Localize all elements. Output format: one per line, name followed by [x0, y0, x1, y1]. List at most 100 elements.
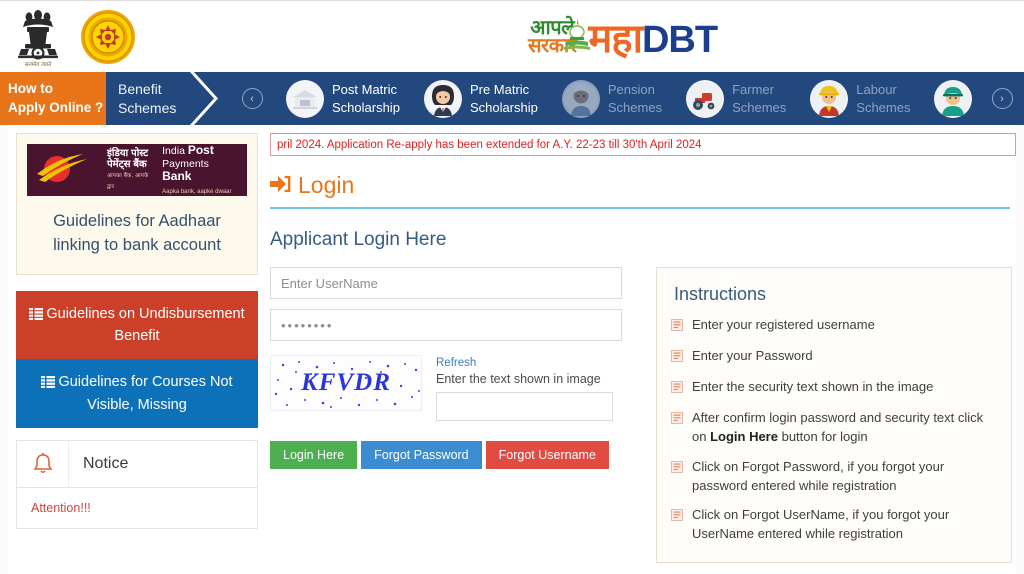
- captcha-controls: Refresh Enter the text shown in image: [436, 355, 613, 421]
- note-icon: [671, 460, 683, 496]
- instruction-text: Enter your Password: [692, 348, 813, 363]
- nav-label-farmer: Farmer Schemes: [732, 81, 786, 116]
- captcha-row: KFVDR Refresh Enter the text shown in im…: [270, 355, 626, 421]
- ipbb-hindi-tagline: आपका बैंक, आपके द्वार: [107, 173, 149, 190]
- instruction-text-rich: After confirm login password and securit…: [692, 409, 995, 447]
- guidelines-undisbursement-button[interactable]: Guidelines on Undisbursement Benefit: [16, 290, 258, 360]
- instruction-item: Click on Forgot Password, if you forgot …: [671, 458, 995, 496]
- mahadbt-wordmark: महा ₹ DBT: [588, 9, 718, 64]
- mahadbt-brand-logo: आपले सरकार महा ₹ DBT: [528, 9, 718, 64]
- nav-label-pension: Pension Schemes: [608, 81, 662, 116]
- list-icon: [41, 374, 56, 394]
- announcement-text: pril 2024. Application Re-apply has been…: [277, 138, 702, 151]
- carousel-prev-button[interactable]: ‹: [230, 72, 274, 125]
- instruction-item: Enter your Password: [671, 347, 995, 367]
- instruction-text: Enter your registered username: [692, 317, 875, 332]
- label-line2: Schemes: [856, 99, 911, 115]
- nav-label-pre-matric: Pre Matric Scholarship: [470, 81, 538, 116]
- emblem-caption: सत्यमेव जयते: [25, 61, 52, 68]
- instruction-text: Enter the security text shown in the ima…: [692, 379, 934, 394]
- instructions-panel: Instructions Enter your registered usern…: [656, 267, 1012, 564]
- nav-item-pension-schemes[interactable]: Pension Schemes: [550, 79, 674, 118]
- captcha-input[interactable]: [436, 392, 613, 421]
- announcement-marquee: pril 2024. Application Re-apply has been…: [270, 133, 1016, 156]
- sign-in-arrow-icon: [270, 175, 291, 197]
- chevron-right-icon: ›: [991, 88, 1013, 109]
- student-girl-icon: [423, 79, 462, 118]
- ipbb-en-line1: India Post: [162, 143, 214, 158]
- nav-label-post-matric: Post Matric Scholarship: [332, 81, 400, 116]
- login-divider: [270, 207, 1010, 209]
- forgot-username-button[interactable]: Forgot Username: [485, 441, 609, 469]
- note-icon: [671, 349, 683, 367]
- label-line2: Scholarship: [469, 99, 538, 115]
- benefit-line1: Benefit: [118, 80, 162, 97]
- instruction-text: Click on Forgot Password, if you forgot …: [692, 458, 945, 493]
- tractor-icon: [686, 79, 725, 118]
- nav-item-farmer-schemes[interactable]: Farmer Schemes: [674, 79, 798, 118]
- nav-item-pre-matric-scholarship[interactable]: Pre Matric Scholarship: [412, 79, 550, 118]
- instruction-item: After confirm login password and securit…: [671, 409, 995, 447]
- list-icon: [29, 306, 44, 326]
- ipbb-hindi-name: इंडिया पोस्ट पेमेंट्स बैंक आपका बैंक, आप…: [107, 148, 156, 191]
- label-line1: Farmer: [732, 81, 774, 97]
- notice-body: Attention!!!: [17, 487, 257, 528]
- note-icon: [671, 411, 683, 447]
- guidelines-courses-button[interactable]: Guidelines for Courses Not Visible, Miss…: [16, 359, 258, 429]
- site-header: सत्यमेव जयते आपले सरकार महा ₹ DBT: [0, 0, 1024, 72]
- india-post-payments-bank-logo: इंडिया पोस्ट पेमेंट्स बैंक आपका बैंक, आप…: [27, 143, 247, 196]
- login-here-button[interactable]: Login Here: [270, 441, 358, 469]
- label-line1: Labour: [856, 81, 897, 97]
- captcha-instruction-label: Enter the text shown in image: [436, 372, 601, 386]
- captcha-image: KFVDR: [270, 355, 422, 411]
- instr-post: button for login: [777, 428, 868, 444]
- maharashtra-government-seal-icon: [80, 9, 136, 65]
- bell-icon: [17, 441, 69, 488]
- aaple-sarkar-logo: आपले सरकार: [528, 17, 591, 56]
- dbt-text: ₹ DBT: [635, 19, 718, 62]
- ipbb-aadhaar-card[interactable]: इंडिया पोस्ट पेमेंट्स बैंक आपका बैंक, आप…: [16, 133, 258, 275]
- caption-line1: Guidelines for Aadhaar: [53, 212, 221, 230]
- nav-chevron-divider: [190, 72, 230, 125]
- captcha-refresh-link[interactable]: Refresh: [436, 357, 613, 369]
- ipbb-en-tagline: Aapka bank, aapke dwaar: [162, 188, 232, 195]
- main-navigation-bar: How to Apply Online ? Benefit Schemes ‹ …: [0, 72, 1024, 125]
- dbt-letters: DBT: [641, 19, 718, 61]
- forgot-password-button[interactable]: Forgot Password: [361, 441, 482, 469]
- instruction-text: Click on Forgot UserName, if you forgot …: [692, 507, 950, 542]
- nav-item-partial-next[interactable]: [922, 79, 980, 118]
- how-to-line1: How to: [8, 81, 53, 97]
- password-input[interactable]: [270, 309, 622, 341]
- ipbb-english-name: India Post Payments Bank Aapka bank, aap…: [162, 143, 239, 196]
- construction-worker-icon: [810, 79, 849, 118]
- label-line2: Schemes: [607, 99, 663, 115]
- left-sidebar: इंडिया पोस्ट पेमेंट्स बैंक आपका बैंक, आप…: [16, 133, 258, 530]
- chevron-left-icon: ‹: [241, 88, 263, 109]
- page-body: इंडिया पोस्ट पेमेंट्स बैंक आपका बैंक, आप…: [0, 125, 1024, 574]
- notice-panel: Notice Attention!!!: [16, 440, 258, 530]
- login-heading: Login: [270, 172, 1016, 199]
- applicant-login-heading: Applicant Login Here: [270, 229, 447, 250]
- login-form: KFVDR Refresh Enter the text shown in im…: [270, 267, 626, 563]
- government-emblems: सत्यमेव जयते: [12, 6, 136, 68]
- nav-how-to-apply-online[interactable]: How to Apply Online ?: [0, 72, 106, 125]
- label-line1: Pre Matric: [469, 81, 530, 97]
- captcha-text: KFVDR: [301, 369, 391, 396]
- nav-item-post-matric-scholarship[interactable]: Post Matric Scholarship: [274, 79, 412, 118]
- nav-item-labour-schemes[interactable]: Labour Schemes: [798, 79, 922, 118]
- nav-benefit-schemes[interactable]: Benefit Schemes: [106, 72, 190, 125]
- label-line2: Schemes: [732, 99, 787, 115]
- note-icon: [671, 318, 683, 336]
- username-input[interactable]: [270, 267, 622, 299]
- carousel-next-button[interactable]: ›: [980, 72, 1024, 125]
- vidhan-bhavan-dome-icon: [562, 16, 596, 54]
- ipbb-en-line2: Payments Bank: [162, 157, 209, 183]
- note-icon: [671, 508, 683, 544]
- how-to-line2: Apply Online ?: [8, 99, 104, 115]
- benefit-line2: Schemes: [118, 99, 177, 116]
- instruction-item: Enter your registered username: [671, 316, 995, 336]
- maha-text: महा: [588, 17, 643, 61]
- ipbb-swoosh-icon: [35, 150, 101, 190]
- instructions-title: Instructions: [674, 284, 767, 304]
- police-officer-icon: [934, 79, 973, 118]
